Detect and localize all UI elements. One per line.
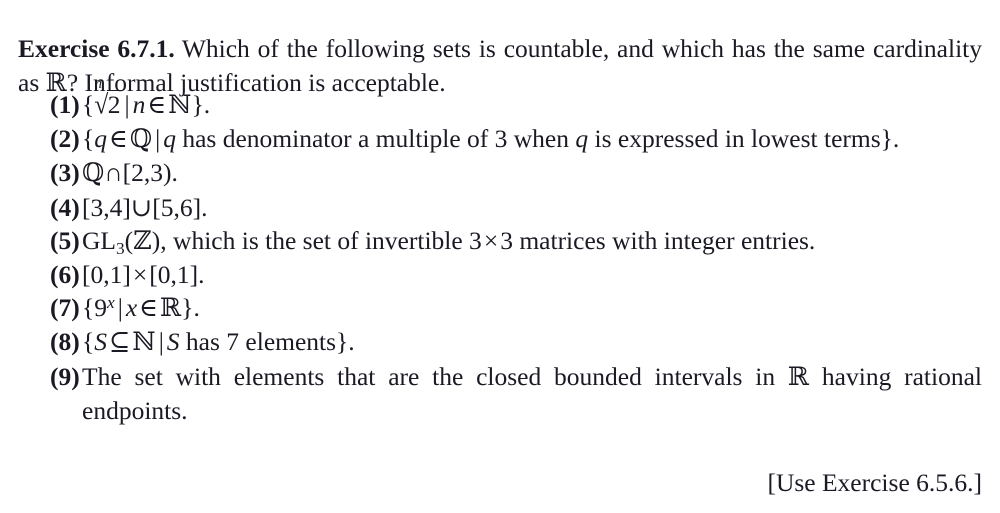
reference-note: [Use Exercise 6.5.6.]: [767, 468, 982, 497]
item-text-head: which is the set of invertible 3: [166, 225, 482, 255]
item-text-head: The set with elements that are the close…: [82, 361, 788, 391]
item-marker: (1): [50, 90, 80, 119]
item-text-tail: has 7 elements: [179, 327, 337, 357]
rationals-symbol: ℚ: [129, 124, 153, 155]
set-close-brace: }.: [336, 327, 355, 357]
interval-right: [0,1].: [149, 260, 205, 290]
item-body: [0,1]×[0,1].: [82, 258, 982, 291]
item-text-tail: 3 matrices with integer entries.: [500, 225, 816, 255]
variable-q: q: [163, 124, 176, 154]
variable-s: S: [166, 327, 180, 357]
variable-s: S: [94, 327, 107, 357]
rationals-symbol: ℚ: [82, 158, 105, 189]
item-body: ℚ∩[2,3).: [82, 156, 982, 190]
list-item: (5) GL3(ℤ), which is the set of invertib…: [0, 224, 1000, 258]
general-linear-group-name: GL: [82, 225, 116, 255]
paren-open: (: [124, 225, 134, 255]
item-marker: (5): [50, 225, 80, 255]
list-item: (2) {q∈ℚ | q has denominator a multiple of…: [0, 122, 1000, 156]
interval-right: [5,6].: [152, 192, 208, 222]
naturals-symbol: ℕ: [132, 327, 156, 358]
interval-left: [3,4]: [82, 192, 131, 222]
nth-root: n √2: [94, 77, 122, 121]
item-marker: (2): [50, 124, 80, 154]
list-item: (4) [3,4]∪[5,6].: [0, 191, 1000, 224]
item-body: {S⊆ℕ | S has 7 elements}.: [82, 325, 982, 359]
such-that-bar: |: [117, 293, 123, 323]
reals-symbol: ℝ: [160, 293, 182, 324]
item-text-tail: is expressed in lowest terms: [588, 124, 881, 154]
item-marker: (4): [50, 192, 80, 222]
times-symbol: ×: [132, 260, 148, 290]
such-that-bar: |: [158, 327, 164, 357]
set-close-brace: }.: [191, 90, 211, 119]
item-body: {9x | x∈ℝ}.: [82, 291, 982, 325]
element-of-symbol: ∈: [139, 293, 159, 323]
exercise-item-list: (1) {n √2 | n∈ℕ}. (2) {q∈ℚ | q has denominato…: [0, 77, 1000, 427]
exercise-label: Exercise 6.7.1.: [18, 33, 175, 63]
item-marker: (9): [50, 361, 80, 391]
naturals-symbol: ℕ: [168, 90, 192, 120]
integers-symbol: ℤ: [133, 225, 152, 256]
set-close-brace: }.: [880, 124, 900, 154]
exponential-base: 9: [94, 293, 107, 323]
item-marker: (8): [50, 327, 80, 357]
list-item: (6) [0,1]×[0,1].: [0, 258, 1000, 291]
list-item: (1) {n √2 | n∈ℕ}.: [0, 77, 1000, 122]
item-body: The set with elements that are the close…: [82, 360, 982, 427]
variable-q: q: [575, 124, 589, 154]
variable-x: x: [125, 293, 138, 323]
such-that-bar: |: [155, 124, 161, 154]
item-marker: (7): [50, 293, 80, 323]
item-body: {q∈ℚ | q has denominator a multiple of 3 w…: [82, 122, 982, 156]
variable-q: q: [94, 124, 107, 154]
item-body: [3,4]∪[5,6].: [82, 191, 982, 224]
item-marker: (6): [50, 260, 80, 290]
list-item: (3) ℚ∩[2,3).: [0, 156, 1000, 190]
item-body: {n √2 | n∈ℕ}.: [82, 77, 982, 122]
set-close-brace: }.: [181, 293, 200, 323]
item-text-middle: has denominator a multiple of 3 when: [175, 124, 576, 154]
exponent-x: x: [107, 293, 115, 313]
subset-or-equal-symbol: ⊆: [109, 327, 131, 357]
intersection-symbol: ∩: [104, 158, 123, 188]
list-item: (7) {9x | x∈ℝ}.: [0, 291, 1000, 325]
union-symbol: ∪: [130, 192, 153, 222]
group-degree-subscript: 3: [116, 238, 125, 258]
item-body: GL3(ℤ), which is the set of invertible 3…: [82, 224, 982, 258]
paren-close: ),: [151, 225, 167, 255]
list-item: (9) The set with elements that are the c…: [0, 360, 1000, 427]
times-symbol: ×: [483, 225, 499, 255]
reals-symbol: ℝ: [787, 361, 810, 392]
interval-notation: [2,3).: [122, 158, 178, 188]
such-that-bar: |: [124, 90, 130, 119]
interval-left: [0,1]: [82, 260, 131, 290]
element-of-symbol: ∈: [147, 90, 167, 119]
radicand: 2: [107, 90, 122, 119]
element-of-symbol: ∈: [109, 124, 128, 154]
variable-n: n: [132, 90, 146, 119]
list-item: (8) {S⊆ℕ | S has 7 elements}.: [0, 325, 1000, 359]
item-marker: (3): [50, 158, 80, 188]
exercise-page: Exercise 6.7.1. Which of the following se…: [0, 0, 1000, 513]
radical-sign: √: [94, 89, 109, 120]
